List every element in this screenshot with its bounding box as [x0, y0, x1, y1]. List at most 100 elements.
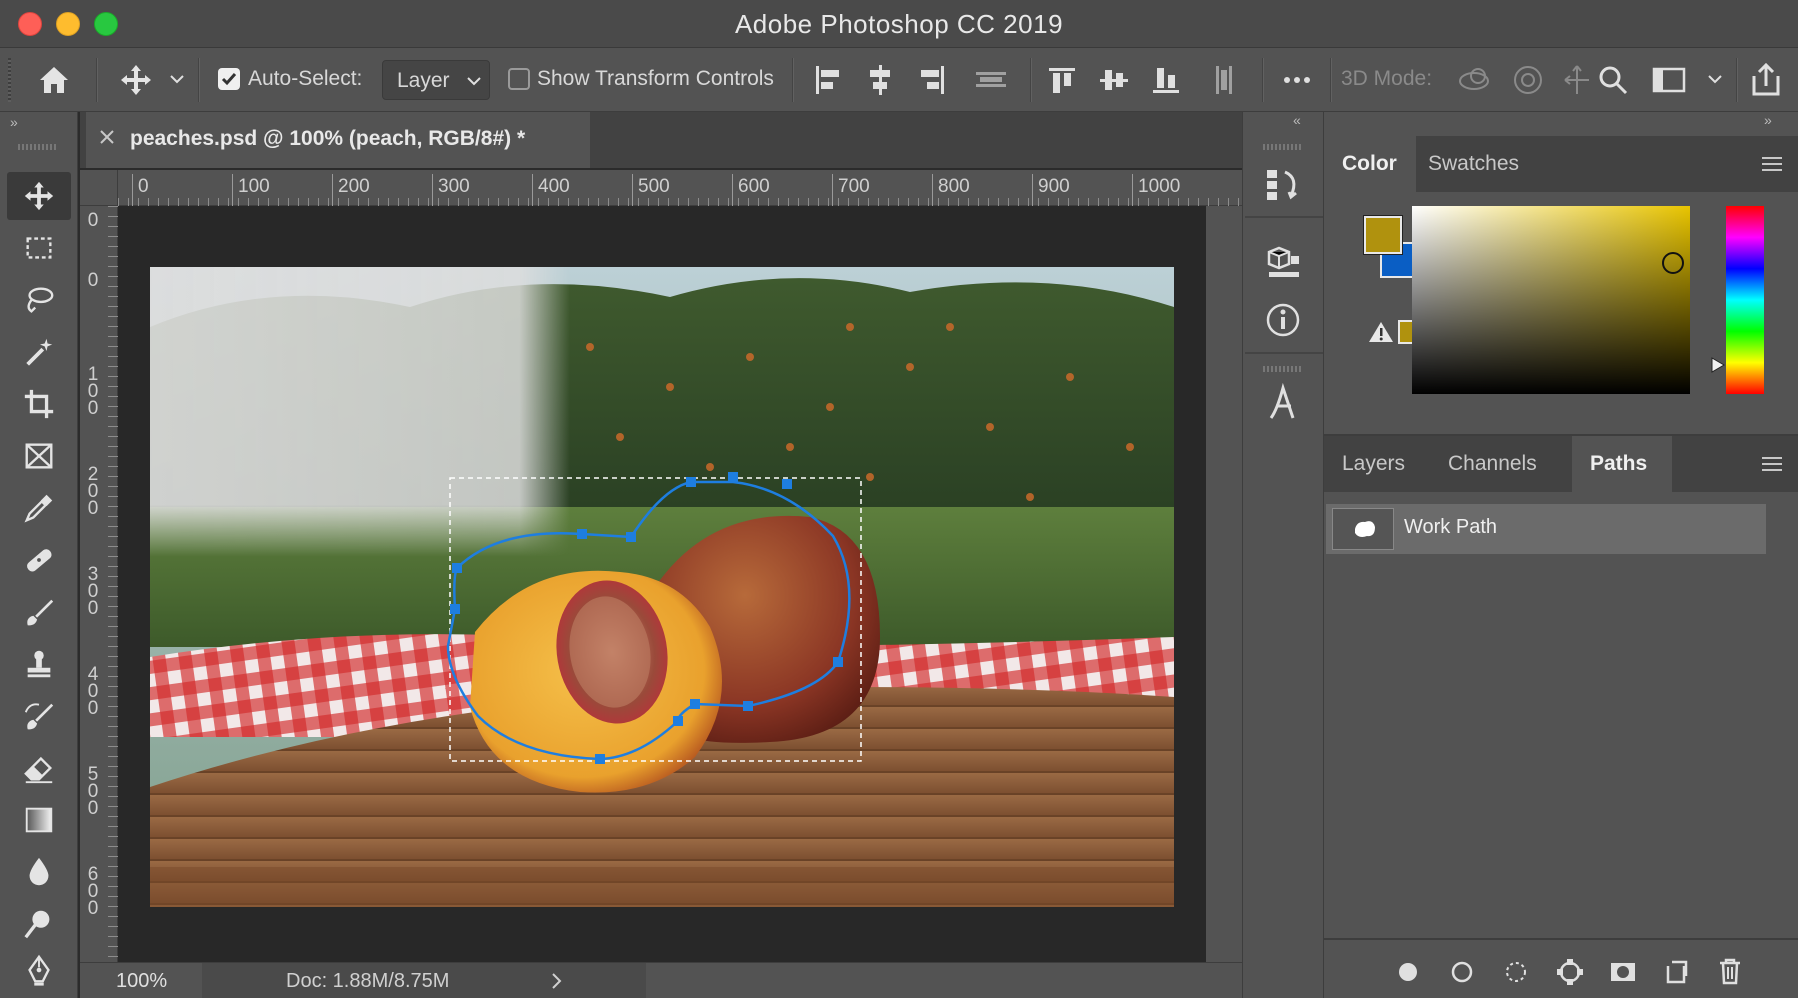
gradient-tool-icon[interactable] — [7, 796, 71, 844]
align-top-icon[interactable] — [1046, 62, 1080, 98]
strip-separator — [1245, 216, 1323, 218]
show-transform-checkbox[interactable] — [508, 68, 530, 90]
options-separator — [792, 58, 794, 102]
align-right-icon[interactable] — [916, 62, 950, 98]
eyedropper-tool-icon[interactable] — [7, 484, 71, 532]
foreground-color-swatch[interactable] — [1363, 215, 1403, 255]
info-panel-icon[interactable] — [1261, 298, 1305, 342]
toolbar-grip — [18, 144, 58, 150]
auto-select-label: Auto-Select: — [248, 67, 363, 90]
healing-brush-tool-icon[interactable] — [7, 536, 71, 584]
pen-tool-icon[interactable] — [7, 946, 71, 994]
history-brush-tool-icon[interactable] — [7, 692, 71, 740]
home-icon[interactable] — [34, 62, 78, 98]
align-horizontal-center-icon[interactable] — [864, 62, 898, 98]
move-tool-options-icon[interactable] — [118, 62, 158, 98]
ruler-ticks — [118, 170, 1242, 206]
auto-select-dropdown[interactable]: Layer — [382, 60, 490, 100]
ruler-major-tick — [432, 174, 433, 206]
clone-stamp-tool-icon[interactable] — [7, 640, 71, 688]
frame-tool-icon[interactable] — [7, 432, 71, 480]
color-field[interactable] — [1412, 206, 1690, 394]
auto-select-value: Layer — [397, 69, 450, 92]
brush-tool-icon[interactable] — [7, 588, 71, 636]
hue-slider-handle[interactable] — [1710, 356, 1726, 379]
panel-menu-icon[interactable] — [1760, 154, 1784, 179]
tab-swatches[interactable]: Swatches — [1418, 136, 1550, 192]
options-separator — [1736, 58, 1738, 102]
blur-tool-icon[interactable] — [7, 848, 71, 896]
vertical-ruler[interactable]: 0 0 100 200 300 400 500 600 — [80, 206, 118, 962]
workspace-icon[interactable] — [1650, 62, 1690, 98]
tab-layers[interactable]: Layers — [1324, 436, 1428, 492]
panel-separator — [1324, 938, 1798, 940]
share-icon[interactable] — [1746, 60, 1786, 100]
more-options-icon[interactable] — [1278, 62, 1318, 98]
document-tab[interactable]: peaches.psd @ 100% (peach, RGB/8#) * — [86, 112, 590, 168]
options-separator — [96, 58, 98, 102]
ruler-h-label: 0 — [138, 176, 149, 197]
ruler-h-label: 900 — [1038, 176, 1070, 197]
dodge-tool-icon[interactable] — [7, 900, 71, 948]
hue-slider[interactable] — [1726, 206, 1764, 394]
3d-panel-icon[interactable] — [1261, 242, 1305, 286]
character-panel-icon[interactable] — [1261, 380, 1305, 424]
canvas-scroll-gutter[interactable] — [1206, 206, 1242, 962]
align-vertical-center-icon[interactable] — [1098, 62, 1132, 98]
chevron-down-icon[interactable] — [168, 70, 188, 90]
distribute-vertical-icon[interactable] — [1208, 62, 1242, 98]
3d-mode-label: 3D Mode: — [1341, 67, 1433, 90]
load-selection-icon[interactable] — [1502, 958, 1530, 991]
new-path-icon[interactable] — [1662, 958, 1690, 991]
options-grip — [8, 58, 11, 102]
marquee-tool-icon[interactable] — [7, 224, 71, 272]
tab-color[interactable]: Color — [1324, 136, 1416, 192]
align-left-icon[interactable] — [812, 62, 846, 98]
ruler-major-tick — [832, 174, 833, 206]
title-bar: Adobe Photoshop CC 2019 — [0, 0, 1798, 48]
magic-wand-tool-icon[interactable] — [7, 328, 71, 376]
collapse-toolbar-icon[interactable]: » — [10, 114, 18, 130]
panel-menu-icon[interactable] — [1760, 454, 1784, 479]
zoom-icon[interactable] — [1596, 62, 1630, 98]
add-mask-icon[interactable] — [1608, 958, 1638, 991]
collapse-strip-icon[interactable]: « — [1293, 112, 1301, 128]
tab-paths-label: Paths — [1590, 452, 1648, 475]
make-work-path-icon[interactable] — [1554, 956, 1586, 993]
ruler-origin[interactable] — [80, 170, 118, 206]
chevron-down-icon[interactable] — [1706, 70, 1726, 90]
tab-channels-label: Channels — [1448, 452, 1537, 475]
color-picker-cursor[interactable] — [1662, 252, 1684, 274]
align-bottom-icon[interactable] — [1150, 62, 1184, 98]
zoom-level[interactable]: 100% — [116, 970, 167, 993]
collapse-panels-icon[interactable]: » — [1764, 112, 1772, 128]
stroke-path-icon[interactable] — [1448, 958, 1476, 991]
canvas-area[interactable] — [118, 206, 1206, 962]
fill-path-icon[interactable] — [1394, 958, 1422, 991]
eraser-tool-icon[interactable] — [7, 744, 71, 792]
chevron-right-icon[interactable] — [546, 969, 566, 998]
work-path-outline — [446, 480, 851, 761]
auto-select-checkbox[interactable] — [218, 68, 240, 90]
list-item[interactable]: Work Path — [1326, 504, 1766, 554]
warning-icon[interactable] — [1368, 320, 1394, 349]
transform-bounding-box — [449, 477, 862, 762]
ruler-major-tick — [532, 174, 533, 206]
tab-channels[interactable]: Channels — [1430, 436, 1570, 492]
distribute-horizontal-icon[interactable] — [972, 62, 1012, 98]
doc-info-box[interactable]: Doc: 1.88M/8.75M — [202, 963, 646, 998]
crop-tool-icon[interactable] — [7, 380, 71, 428]
horizontal-ruler[interactable]: 0 100 200 300 400 500 600 700 800 900 1000 — [80, 170, 1242, 206]
ruler-h-label: 600 — [738, 176, 770, 197]
history-panel-icon[interactable] — [1261, 162, 1305, 206]
options-separator — [1330, 58, 1332, 102]
ruler-major-tick — [132, 174, 133, 206]
lasso-tool-icon[interactable] — [7, 276, 71, 324]
tab-paths[interactable]: Paths — [1572, 436, 1672, 492]
transform-overlay[interactable] — [118, 206, 1206, 962]
trash-icon[interactable] — [1716, 956, 1744, 991]
close-tab-icon[interactable] — [96, 126, 118, 148]
move-tool-icon[interactable] — [7, 172, 71, 220]
3d-orbit-icon — [1456, 62, 1496, 98]
window-title: Adobe Photoshop CC 2019 — [734, 9, 1064, 39]
